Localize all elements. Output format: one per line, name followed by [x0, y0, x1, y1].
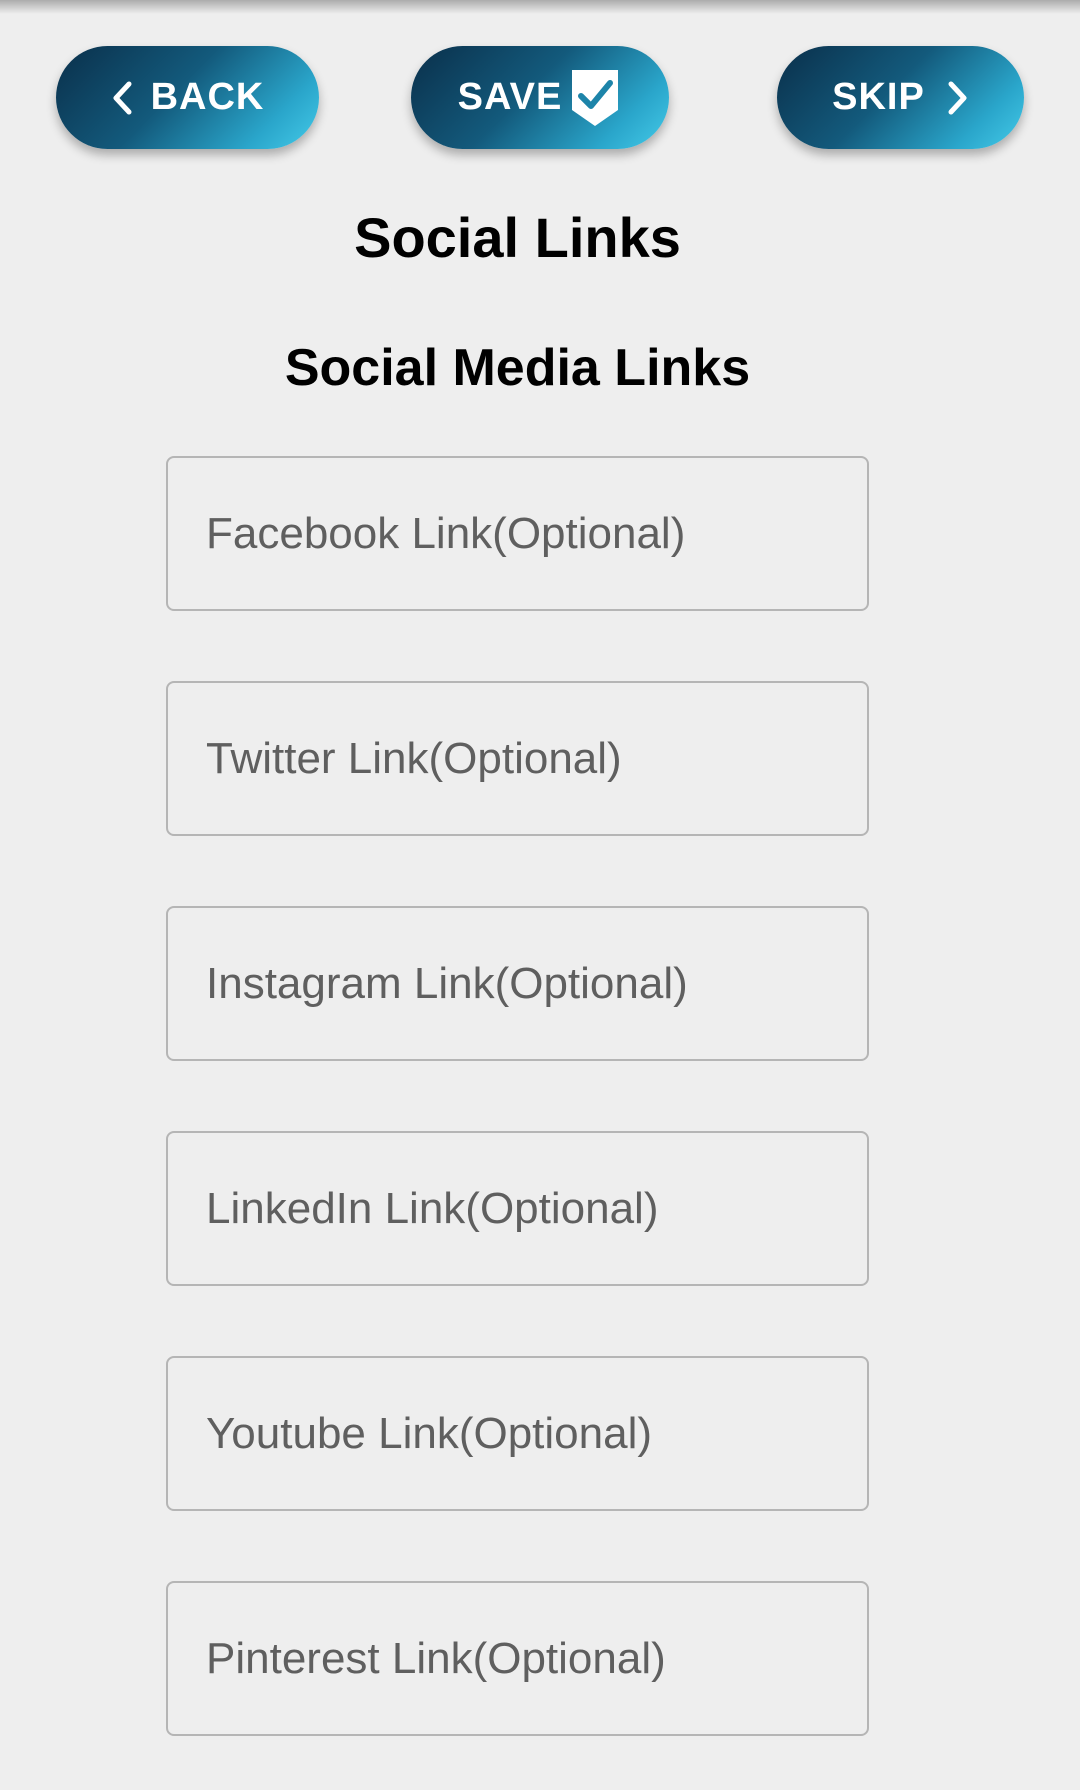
status-bar-shadow: [0, 0, 1080, 14]
skip-button-label: SKIP: [832, 76, 925, 118]
skip-button[interactable]: SKIP: [777, 46, 1024, 149]
facebook-link-input[interactable]: [166, 456, 869, 611]
save-button[interactable]: SAVE: [411, 46, 669, 149]
pinterest-link-input[interactable]: [166, 1581, 869, 1736]
linkedin-link-input[interactable]: [166, 1131, 869, 1286]
youtube-link-input[interactable]: [166, 1356, 869, 1511]
page-title: Social Links: [354, 206, 681, 269]
instagram-link-input[interactable]: [166, 906, 869, 1061]
back-button-label: BACK: [150, 76, 265, 118]
chevron-right-icon: [947, 80, 969, 116]
back-button[interactable]: BACK: [56, 46, 319, 149]
save-button-label: SAVE: [457, 76, 563, 118]
twitter-link-input[interactable]: [166, 681, 869, 836]
chevron-left-icon: [111, 80, 133, 116]
section-title: Social Media Links: [284, 339, 751, 397]
shield-check-icon: [568, 66, 622, 130]
